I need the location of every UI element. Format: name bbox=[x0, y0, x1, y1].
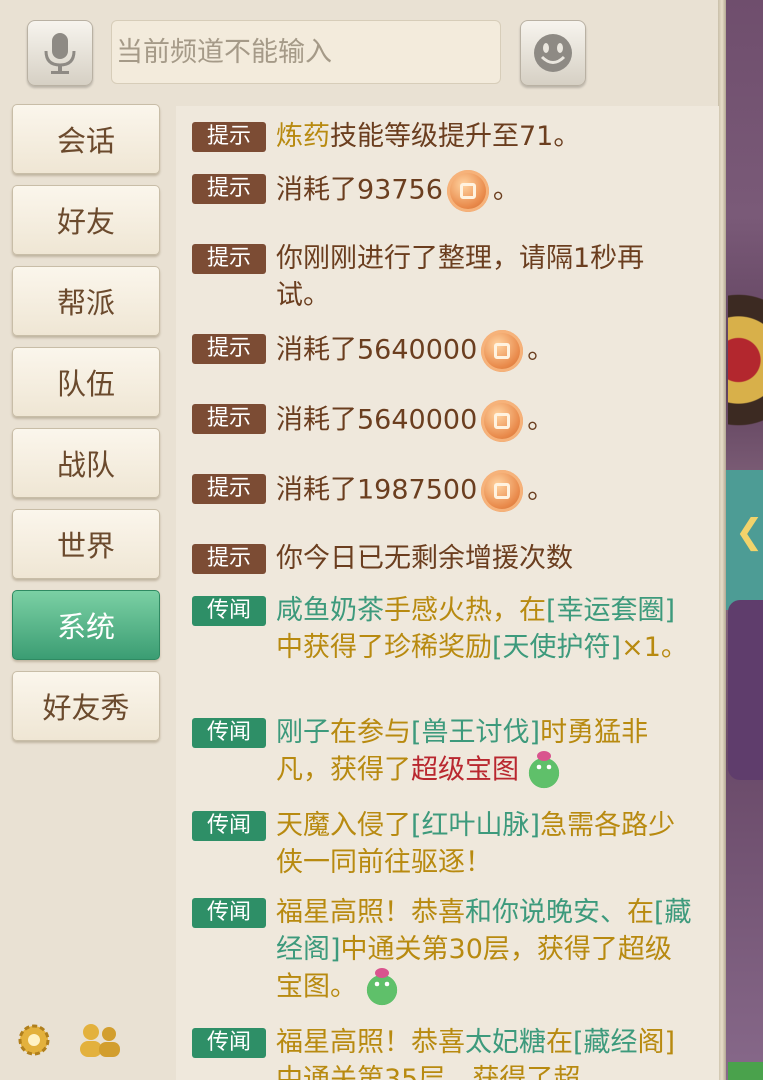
skill-name[interactable]: 炼药 bbox=[276, 121, 330, 152]
tab-label: 会话 bbox=[56, 124, 115, 158]
chat-message: 提示 你今日已无剩余增援次数 bbox=[192, 540, 702, 577]
tab-squad[interactable]: 战队 bbox=[12, 428, 160, 498]
player-name[interactable]: 和你说晚安、 bbox=[465, 897, 627, 928]
tab-label: 好友秀 bbox=[42, 691, 130, 725]
tab-label: 世界 bbox=[56, 529, 115, 563]
coin-icon bbox=[481, 470, 524, 512]
activity-link[interactable]: [幸运套圈] bbox=[546, 595, 675, 626]
smiley-icon bbox=[534, 34, 572, 72]
tip-tag: 提示 bbox=[192, 474, 266, 504]
microphone-icon bbox=[44, 33, 76, 74]
voice-input-button[interactable] bbox=[27, 20, 93, 86]
tab-guild[interactable]: 帮派 bbox=[12, 266, 160, 336]
chat-message: 传闻 天魔入侵了[红叶山脉]急需各路少侠一同前往驱逐！ bbox=[192, 807, 702, 881]
rumor-tag: 传闻 bbox=[192, 596, 266, 626]
rumor-tag: 传闻 bbox=[192, 718, 266, 748]
chat-message: 传闻 咸鱼奶茶手感火热，在[幸运套圈] 中获得了珍稀奖励[天使护符]×1。 bbox=[192, 592, 702, 666]
player-name[interactable]: 刚子 bbox=[276, 717, 330, 748]
tip-tag: 提示 bbox=[192, 334, 266, 364]
message-text: 你刚刚进行了整理，请隔1秒再试。 bbox=[276, 243, 645, 311]
chat-message: 提示 炼药技能等级提升至71。 bbox=[192, 118, 702, 155]
panel-edge bbox=[718, 0, 726, 1080]
tab-friend-show[interactable]: 好友秀 bbox=[12, 671, 160, 741]
message-text: 在参与 bbox=[330, 717, 411, 748]
emoji-button[interactable] bbox=[520, 20, 586, 86]
tip-tag: 提示 bbox=[192, 174, 266, 204]
player-name[interactable]: 咸鱼奶茶 bbox=[276, 595, 384, 626]
mascot-icon bbox=[357, 968, 407, 1008]
activity-link[interactable]: [兽王讨伐] bbox=[411, 717, 540, 748]
tab-label: 队伍 bbox=[56, 367, 115, 401]
chat-message: 传闻 福星高照！恭喜太妃糖在[藏经阁]中通关第35层，获得了超 bbox=[192, 1024, 702, 1080]
tab-team[interactable]: 队伍 bbox=[12, 347, 160, 417]
message-text-end: 。 bbox=[492, 174, 520, 206]
chat-input-placeholder: 当前频道不能输入 bbox=[116, 37, 332, 68]
gear-icon[interactable] bbox=[14, 1020, 54, 1060]
rumor-tag: 传闻 bbox=[192, 811, 266, 841]
tip-tag: 提示 bbox=[192, 244, 266, 274]
location-link[interactable]: [藏经 bbox=[573, 1027, 638, 1058]
message-text: 福星高照！恭喜 bbox=[276, 1027, 465, 1058]
tip-tag: 提示 bbox=[192, 544, 266, 574]
tab-world[interactable]: 世界 bbox=[12, 509, 160, 579]
coin-icon bbox=[481, 330, 524, 372]
chat-message: 提示 你刚刚进行了整理，请隔1秒再试。 bbox=[192, 240, 702, 314]
scene-side-tile bbox=[728, 600, 763, 780]
tab-friends[interactable]: 好友 bbox=[12, 185, 160, 255]
message-text: 消耗了1987500 bbox=[276, 474, 478, 506]
scene-bottom-bar bbox=[728, 1062, 763, 1080]
chat-message: 提示 消耗了93756 。 bbox=[192, 170, 702, 212]
chat-message: 提示 消耗了5640000 。 bbox=[192, 330, 702, 372]
message-text: 手感火热，在 bbox=[384, 595, 546, 626]
item-link[interactable]: [天使护符] bbox=[492, 632, 621, 663]
message-text: 在 bbox=[546, 1027, 573, 1058]
chat-message: 提示 消耗了1987500 。 bbox=[192, 470, 702, 512]
coin-icon bbox=[446, 170, 489, 212]
message-text: 技能等级提升至71。 bbox=[330, 121, 581, 152]
collapse-arrow-icon[interactable]: ❮ bbox=[735, 515, 763, 549]
location-link[interactable]: [红叶山脉] bbox=[411, 810, 540, 841]
coin-icon bbox=[481, 400, 524, 442]
player-name[interactable]: 太妃糖 bbox=[465, 1027, 546, 1058]
message-text: 福星高照！恭喜 bbox=[276, 897, 465, 928]
tab-system[interactable]: 系统 bbox=[12, 590, 160, 660]
chat-message: 传闻 刚子在参与[兽王讨伐]时勇猛非凡，获得了超级宝图 bbox=[192, 714, 702, 791]
tab-conversation[interactable]: 会话 bbox=[12, 104, 160, 174]
message-text: ×1。 bbox=[621, 632, 688, 663]
tab-label: 战队 bbox=[56, 448, 115, 482]
item-link[interactable]: 超级宝图 bbox=[411, 755, 519, 786]
message-text-end: 。 bbox=[527, 404, 555, 436]
rumor-tag: 传闻 bbox=[192, 898, 266, 928]
tab-label: 帮派 bbox=[56, 286, 115, 320]
chat-log[interactable]: 提示 炼药技能等级提升至71。 提示 消耗了93756 。 提示 你刚刚进行了整理… bbox=[176, 106, 719, 1080]
tab-label: 好友 bbox=[56, 205, 115, 239]
tip-tag: 提示 bbox=[192, 122, 266, 152]
message-text: 天魔入侵了 bbox=[276, 810, 411, 841]
message-text: 消耗了93756 bbox=[276, 174, 443, 206]
chat-message: 提示 消耗了5640000 。 bbox=[192, 400, 702, 442]
message-text: 在 bbox=[627, 897, 654, 928]
mascot-icon bbox=[519, 751, 569, 791]
rumor-tag: 传闻 bbox=[192, 1028, 266, 1058]
message-text: 中获得了珍稀奖励 bbox=[276, 632, 492, 663]
tab-label: 系统 bbox=[56, 610, 115, 644]
scene-character bbox=[728, 290, 763, 465]
people-icon[interactable] bbox=[78, 1020, 122, 1060]
message-text-end: 。 bbox=[527, 474, 555, 506]
message-text-end: 。 bbox=[527, 334, 555, 366]
message-text: 消耗了5640000 bbox=[276, 404, 478, 436]
message-text: 消耗了5640000 bbox=[276, 334, 478, 366]
message-text: 你今日已无剩余增援次数 bbox=[276, 543, 573, 574]
tip-tag: 提示 bbox=[192, 404, 266, 434]
chat-input[interactable]: 当前频道不能输入 bbox=[111, 20, 501, 84]
chat-message: 传闻 福星高照！恭喜和你说晚安、在[藏经阁]中通关第30层，获得了超级宝图。 bbox=[192, 894, 702, 1008]
